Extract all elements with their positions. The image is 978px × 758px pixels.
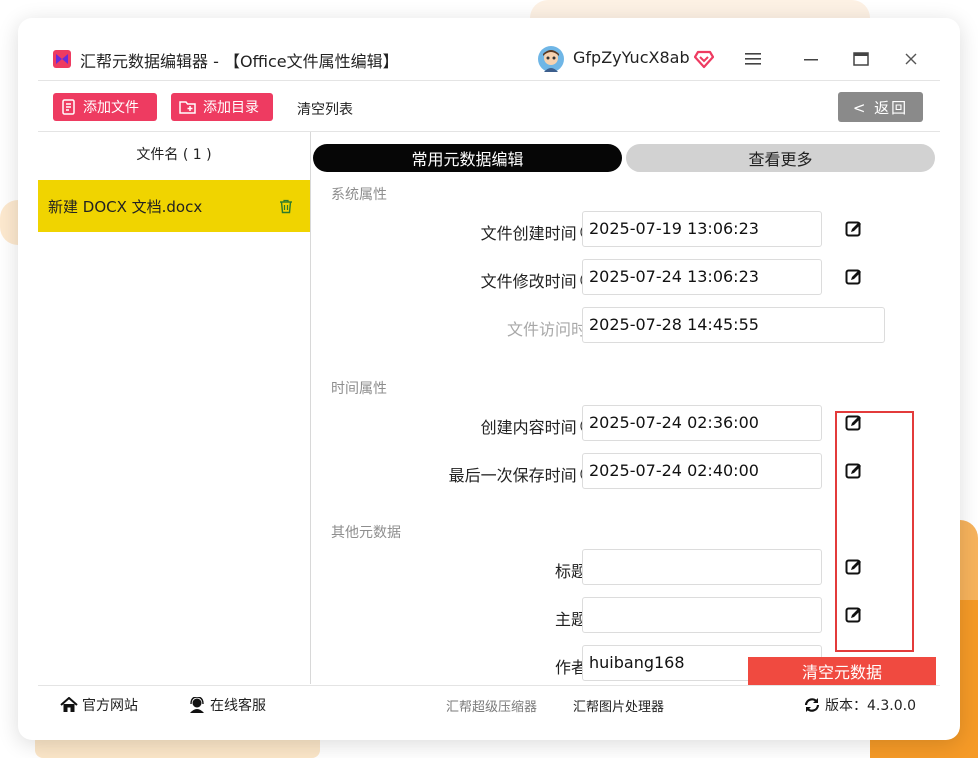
compressor-link[interactable]: 汇帮超级压缩器 <box>446 696 537 715</box>
online-service-label: 在线客服 <box>210 698 266 714</box>
image-processor-link[interactable]: 汇帮图片处理器 <box>573 696 664 715</box>
maximize-icon <box>853 52 869 66</box>
add-file-label: 添加文件 <box>83 100 139 116</box>
modified-time-input[interactable]: 2025-07-24 13:06:23 <box>582 259 822 295</box>
title-input[interactable] <box>582 549 822 585</box>
username: GfpZyYucX8ab <box>573 48 690 67</box>
version-info[interactable]: 版本：4.3.0.0 <box>803 695 916 715</box>
last-saved-input[interactable]: 2025-07-24 02:40:00 <box>582 453 822 489</box>
vip-diamond-icon[interactable] <box>694 49 714 69</box>
menu-button[interactable] <box>740 46 766 72</box>
add-directory-button[interactable]: 添加目录 <box>171 93 273 121</box>
section-system-title: 系统属性 <box>331 187 387 203</box>
add-file-button[interactable]: 添加文件 <box>53 93 157 121</box>
tab-common-metadata[interactable]: 常用元数据编辑 <box>313 144 622 172</box>
edit-icon[interactable] <box>845 220 863 238</box>
window-title: 汇帮元数据编辑器 - 【Office文件属性编辑】 <box>80 52 399 71</box>
clear-list-button[interactable]: 清空列表 <box>297 99 353 119</box>
file-name: 新建 DOCX 文档.docx <box>48 198 203 216</box>
field-label-text: 最后一次保存时间 <box>448 466 577 485</box>
close-button[interactable] <box>898 46 924 72</box>
created-time-input[interactable]: 2025-07-19 13:06:23 <box>582 211 822 247</box>
add-file-icon <box>62 99 75 115</box>
toolbar: 添加文件 添加目录 清空列表 < 返回 <box>38 81 940 132</box>
home-icon <box>60 697 78 712</box>
accessed-time-input: 2025-07-28 14:45:55 <box>582 307 885 343</box>
trash-icon[interactable] <box>278 198 294 214</box>
field-label-text: 文件创建时间 <box>480 224 577 243</box>
official-site-label: 官方网站 <box>82 698 138 714</box>
version-label: 版本：4.3.0.0 <box>825 698 916 714</box>
close-icon <box>905 53 917 65</box>
back-button[interactable]: < 返回 <box>838 92 923 122</box>
file-list-header: 文件名 ( 1 ) <box>136 147 212 163</box>
app-window: 汇帮元数据编辑器 - 【Office文件属性编辑】 GfpZyYucX8ab 添… <box>18 18 960 740</box>
file-list-item[interactable]: 新建 DOCX 文档.docx <box>38 180 310 232</box>
minimize-icon <box>804 59 818 61</box>
online-service-link[interactable]: 在线客服 <box>188 695 266 715</box>
subject-input[interactable] <box>582 597 822 633</box>
tab-view-more[interactable]: 查看更多 <box>626 144 935 172</box>
add-directory-label: 添加目录 <box>203 100 259 116</box>
content-created-input[interactable]: 2025-07-24 02:36:00 <box>582 405 822 441</box>
field-label-text: 文件修改时间 <box>480 272 577 291</box>
field-label-text: 创建内容时间 <box>480 418 577 437</box>
avatar[interactable] <box>538 46 564 72</box>
minimize-button[interactable] <box>798 46 824 72</box>
field-label-last-saved: 最后一次保存时间 ? : <box>449 462 603 486</box>
app-content: 汇帮元数据编辑器 - 【Office文件属性编辑】 GfpZyYucX8ab 添… <box>38 38 940 720</box>
footer: 官方网站 在线客服 汇帮超级压缩器 汇帮图片处理器 版本：4.3.0.0 <box>38 685 940 721</box>
hamburger-icon <box>745 53 761 65</box>
add-folder-icon <box>179 101 196 114</box>
edit-icon[interactable] <box>845 268 863 286</box>
maximize-button[interactable] <box>848 46 874 72</box>
edit-column-highlight <box>835 411 914 652</box>
customer-service-icon <box>190 697 204 713</box>
clear-metadata-button[interactable]: 清空元数据 <box>748 657 936 685</box>
section-other-title: 其他元数据 <box>331 525 401 541</box>
official-site-link[interactable]: 官方网站 <box>60 695 138 715</box>
title-bar: 汇帮元数据编辑器 - 【Office文件属性编辑】 GfpZyYucX8ab <box>38 38 940 81</box>
app-logo-icon <box>53 50 71 68</box>
section-time-title: 时间属性 <box>331 381 387 397</box>
refresh-icon <box>804 698 820 712</box>
file-list-panel: 文件名 ( 1 ) 新建 DOCX 文档.docx <box>38 132 311 684</box>
